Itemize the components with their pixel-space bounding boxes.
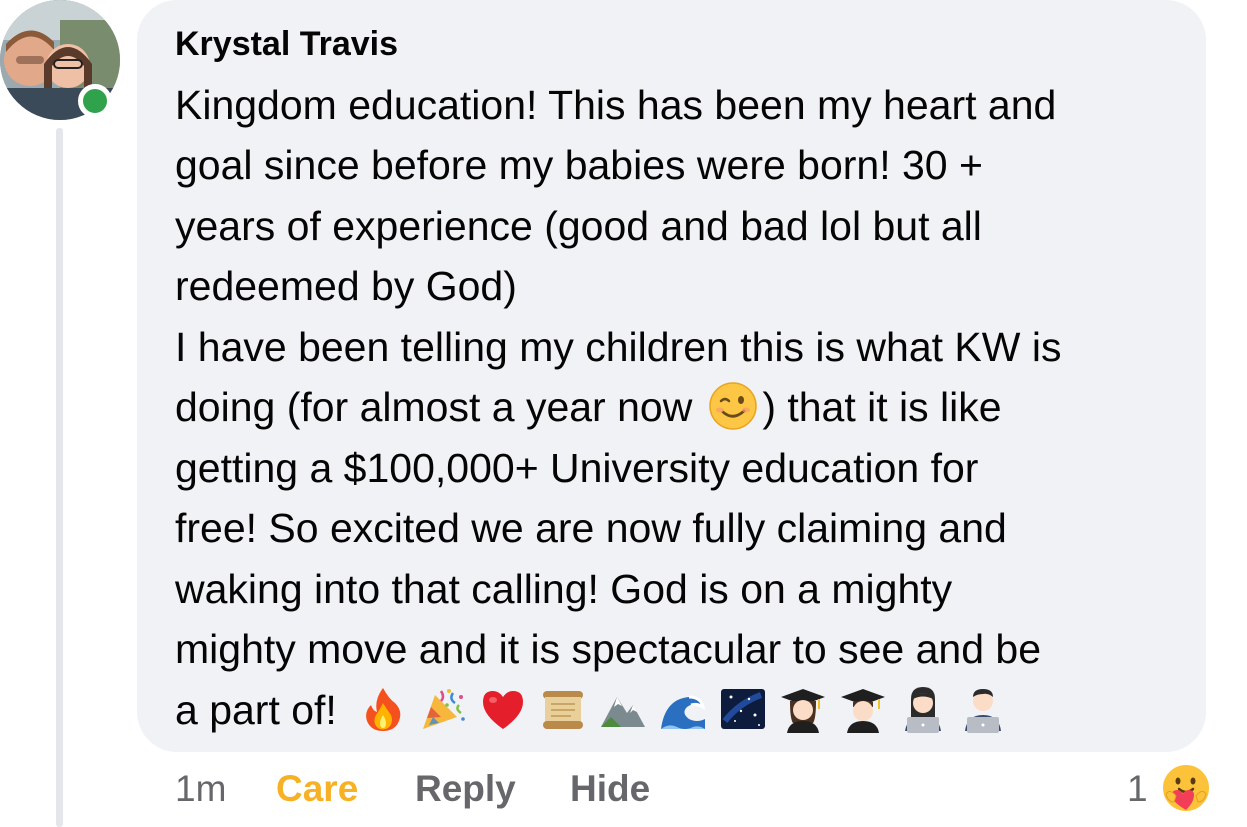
reaction-count[interactable]: 1 [1127, 768, 1148, 810]
thread-line [56, 128, 63, 827]
comment-text-line: waking into that calling! God is on a mi… [175, 566, 953, 612]
heart-emoji [479, 685, 527, 733]
party-popper-emoji [419, 685, 467, 733]
comment-text-line: free! So excited we are now fully claimi… [175, 505, 1007, 551]
comment-text-segment: doing (for almost a year now [175, 384, 693, 430]
comment-text-segment: ) that it is like [762, 384, 1002, 430]
stars-emoji [719, 685, 767, 733]
comment-text-line: Kingdom education! This has been my hear… [175, 82, 1057, 128]
reply-button[interactable]: Reply [415, 768, 516, 810]
graduate-man-emoji [839, 685, 887, 734]
wave-emoji [659, 685, 707, 733]
mountain-emoji [599, 685, 647, 733]
comment-text-line: I have been telling my children this is … [175, 324, 1062, 370]
comment-text-segment: a part of! [175, 687, 337, 733]
comment-text-line: getting a $100,000+ University education… [175, 445, 979, 491]
care-reaction-icon[interactable] [1160, 762, 1212, 814]
comment-text-line: years of experience (good and bad lol bu… [175, 203, 982, 249]
fire-emoji [359, 685, 407, 733]
comment-text-line: redeemed by God) [175, 263, 517, 309]
technologist-man-emoji [959, 685, 1007, 734]
comment-text-line: mighty move and it is spectacular to see… [175, 626, 1042, 672]
technologist-woman-emoji [899, 685, 947, 734]
care-reaction-button[interactable]: Care [276, 768, 358, 810]
comment-author[interactable]: Krystal Travis [175, 25, 398, 64]
winking-face-emoji [708, 381, 758, 431]
online-status-indicator [78, 84, 112, 118]
graduate-woman-emoji [779, 685, 827, 734]
hide-button[interactable]: Hide [570, 768, 650, 810]
comment-timestamp[interactable]: 1m [175, 768, 226, 810]
comment-text-line: goal since before my babies were born! 3… [175, 142, 983, 188]
comment-text-line: a part of! [175, 680, 1019, 740]
comment-text-line: doing (for almost a year now ) that it i… [175, 377, 1002, 437]
scroll-emoji [539, 685, 587, 733]
